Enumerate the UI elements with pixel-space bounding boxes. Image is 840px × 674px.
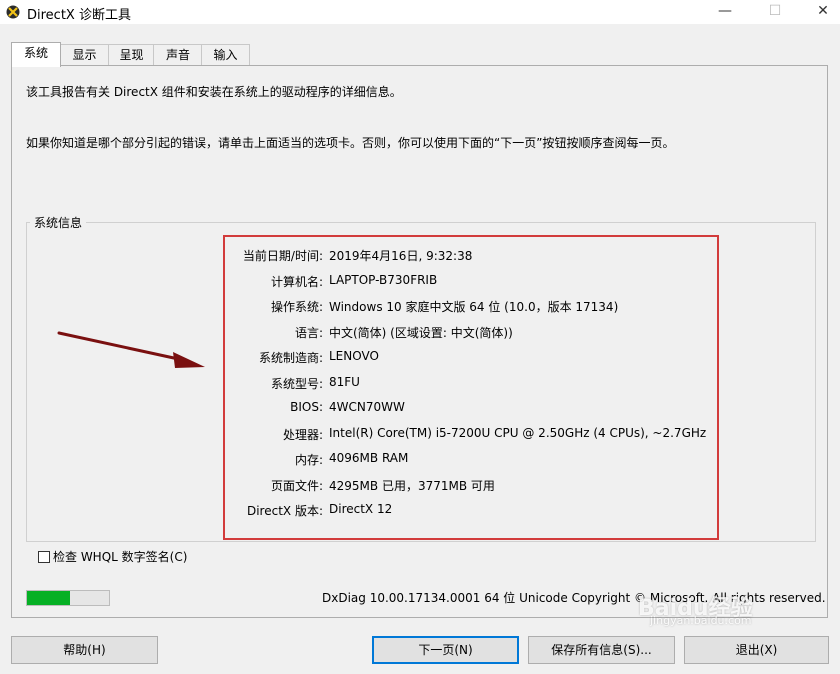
arrow-annotation-icon (57, 331, 205, 368)
whql-checkbox[interactable] (38, 550, 50, 563)
close-button[interactable]: ✕ (800, 0, 840, 22)
highlight-box (223, 235, 719, 540)
save-all-info-button[interactable]: 保存所有信息(S)... (528, 636, 675, 664)
tab-label: 呈现 (119, 48, 144, 62)
baidu-watermark-url: jingyan.baidu.com (650, 614, 752, 627)
tab-label: 显示 (72, 48, 97, 62)
intro-help-text: 如果你知道是哪个部分引起的错误，请单击上面适当的选项卡。否则，你可以使用下面的“… (26, 136, 675, 150)
whql-label: 检查 WHQL 数字签名(C) (53, 550, 188, 564)
minimize-button[interactable]: — (702, 0, 748, 22)
tab-sound[interactable]: 声音 (153, 44, 203, 66)
tab-input[interactable]: 输入 (201, 44, 250, 66)
help-button[interactable]: 帮助(H) (11, 636, 158, 664)
tab-system[interactable]: 系统 (11, 42, 61, 67)
tab-label: 声音 (165, 48, 190, 62)
exit-button[interactable]: 退出(X) (684, 636, 829, 664)
tab-label: 输入 (213, 48, 238, 62)
next-page-button[interactable]: 下一页(N) (372, 636, 519, 664)
title-bar: DirectX 诊断工具 — ☐ ✕ (0, 0, 840, 24)
intro-text: 该工具报告有关 DirectX 组件和安装在系统上的驱动程序的详细信息。 (26, 85, 402, 99)
directx-app-icon (6, 5, 20, 19)
system-info-title: 系统信息 (30, 214, 87, 231)
progress-bar (26, 590, 110, 606)
whql-check[interactable]: 检查 WHQL 数字签名(C) (38, 548, 187, 565)
progress-fill (27, 591, 71, 605)
tab-label: 系统 (23, 46, 48, 60)
tab-render[interactable]: 呈现 (108, 44, 155, 66)
window-title: DirectX 诊断工具 (27, 8, 131, 23)
tab-display[interactable]: 显示 (59, 44, 110, 66)
maximize-button[interactable]: ☐ (752, 0, 798, 22)
